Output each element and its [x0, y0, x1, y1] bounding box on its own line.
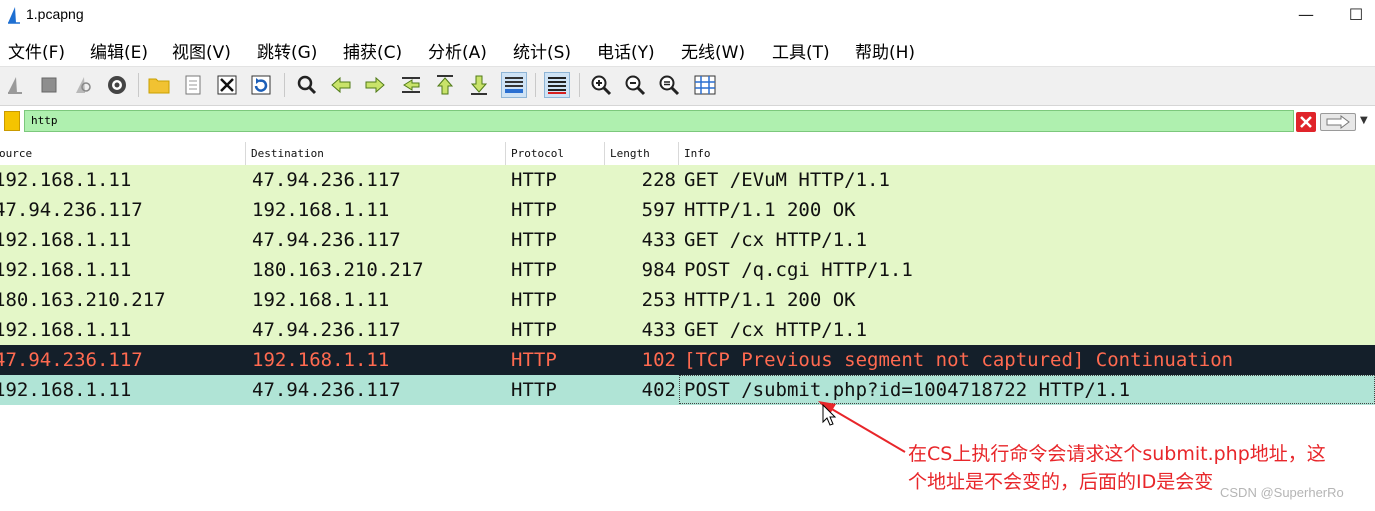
mouse-cursor-icon: [822, 404, 837, 426]
annotation-line-1: 在CS上执行命令会请求这个submit.php地址，这: [908, 443, 1326, 465]
watermark: CSDN @SuperherRo: [1220, 485, 1344, 500]
annotation-arrow: [818, 401, 906, 453]
